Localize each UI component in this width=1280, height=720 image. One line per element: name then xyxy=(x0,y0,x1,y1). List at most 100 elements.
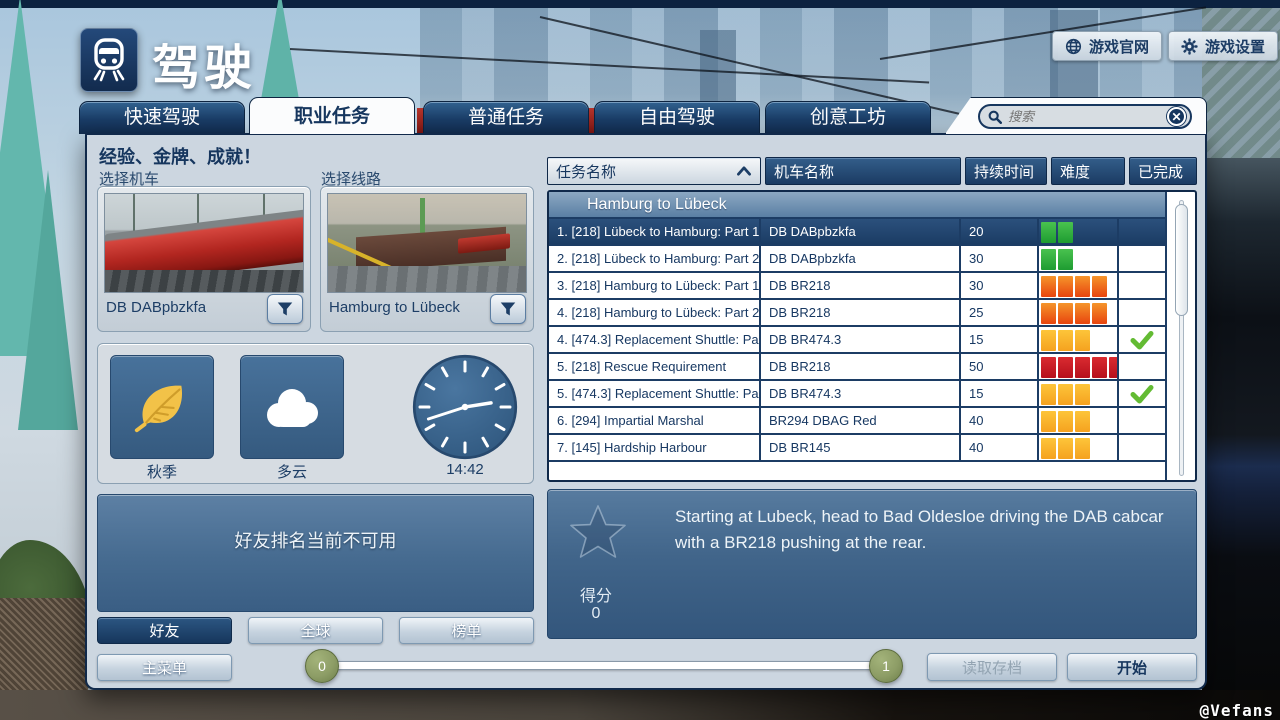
train-icon xyxy=(90,38,128,82)
loco-picker-card[interactable]: DB DABpbzkfa xyxy=(97,186,311,332)
difficulty-cell xyxy=(1039,327,1119,352)
difficulty-bar-segment xyxy=(1058,411,1073,432)
mission-detail-panel: Starting at Lubeck, head to Bad Oldesloe… xyxy=(547,489,1197,639)
tab-standard[interactable]: 普通任务 xyxy=(423,101,589,134)
career-heading: 经验、金牌、成就！ xyxy=(99,143,261,169)
duration-cell: 25 xyxy=(961,300,1039,325)
search-clear-button[interactable]: ✕ xyxy=(1167,107,1186,126)
gear-icon xyxy=(1181,38,1198,55)
slider-knob-max[interactable]: 1 xyxy=(869,649,903,683)
difficulty-bar-segment xyxy=(1058,384,1073,405)
route-picker-card[interactable]: Hamburg to Lübeck xyxy=(320,186,534,332)
mission-name-cell: 5. [474.3] Replacement Shuttle: Part 2 xyxy=(549,381,761,406)
page-title: 驾驶 xyxy=(152,28,256,98)
difficulty-cell xyxy=(1039,273,1119,298)
friends-notice: 好友排名当前不可用 xyxy=(235,527,397,611)
duration-cell: 15 xyxy=(961,381,1039,406)
season-label: 秋季 xyxy=(110,461,214,482)
background-platform xyxy=(0,690,1280,720)
difficulty-bar-segment xyxy=(1058,438,1073,459)
mission-row[interactable]: 5. [474.3] Replacement Shuttle: Part 2DB… xyxy=(549,381,1165,408)
mission-name-cell: 4. [474.3] Replacement Shuttle: Part 1 xyxy=(549,327,761,352)
watermark: @Vefans xyxy=(1200,701,1274,720)
difficulty-bar-segment xyxy=(1058,330,1073,351)
difficulty-bar-segment xyxy=(1075,384,1090,405)
environment-panel: 秋季 多云 xyxy=(97,343,534,484)
mission-row[interactable]: 3. [218] Hamburg to Lübeck: Part 1DB BR2… xyxy=(549,273,1165,300)
tab-workshop[interactable]: 创意工坊 xyxy=(765,101,931,134)
mission-name-cell: 4. [218] Hamburg to Lübeck: Part 2 xyxy=(549,300,761,325)
leaderboard-button[interactable]: 榜单 xyxy=(399,617,534,644)
column-header-duration[interactable]: 持续时间 xyxy=(965,157,1047,185)
tab-career[interactable]: 职业任务 xyxy=(249,97,415,134)
duration-cell: 30 xyxy=(961,246,1039,271)
search-box[interactable]: ✕ xyxy=(978,104,1192,129)
mission-name-cell: 2. [218] Lübeck to Hamburg: Part 2 xyxy=(549,246,761,271)
mission-name-cell: 5. [218] Rescue Requirement xyxy=(549,354,761,379)
duration-cell: 30 xyxy=(961,273,1039,298)
completed-cell xyxy=(1119,246,1165,271)
score-value: 0 xyxy=(566,605,626,623)
mission-row[interactable]: 2. [218] Lübeck to Hamburg: Part 2DB DAB… xyxy=(549,246,1165,273)
weather-selector[interactable] xyxy=(240,355,344,459)
difficulty-cell xyxy=(1039,246,1119,271)
mission-name-cell: 3. [218] Hamburg to Lübeck: Part 1 xyxy=(549,273,761,298)
completed-cell xyxy=(1119,381,1165,406)
time-selector[interactable] xyxy=(411,353,519,461)
weather-label: 多云 xyxy=(240,461,344,482)
difficulty-bar-segment xyxy=(1041,438,1056,459)
column-header-difficulty[interactable]: 难度 xyxy=(1051,157,1125,185)
chevron-up-icon xyxy=(736,165,752,177)
save-slider-track[interactable] xyxy=(322,661,888,670)
mission-row[interactable]: 5. [218] Rescue RequirementDB BR21850 xyxy=(549,354,1165,381)
duration-cell: 15 xyxy=(961,327,1039,352)
completed-cell xyxy=(1119,300,1165,325)
route-group-header: Hamburg to Lübeck xyxy=(549,192,1165,219)
difficulty-bar-segment xyxy=(1075,276,1090,297)
difficulty-cell xyxy=(1039,219,1119,244)
mission-row[interactable]: 1. [218] Lübeck to Hamburg: Part 1DB DAB… xyxy=(549,219,1165,246)
tab-quick-drive[interactable]: 快速驾驶 xyxy=(79,101,245,134)
column-header-completed[interactable]: 已完成 xyxy=(1129,157,1197,185)
app-window: 驾驶 游戏官网 游戏设置 快速驾驶 职业任务 普通任务 自由驾驶 创意工坊 xyxy=(0,0,1280,720)
column-header-loco-name[interactable]: 机车名称 xyxy=(765,157,961,185)
background-church-spire xyxy=(18,170,78,430)
load-save-button[interactable]: 读取存档 xyxy=(927,653,1057,681)
column-header-mission-name[interactable]: 任务名称 xyxy=(547,157,761,185)
global-button[interactable]: 全球 xyxy=(248,617,383,644)
globe-icon xyxy=(1065,38,1082,55)
check-icon xyxy=(1130,330,1154,350)
difficulty-bar-segment xyxy=(1041,330,1056,351)
mission-row[interactable]: 4. [218] Hamburg to Lübeck: Part 2DB BR2… xyxy=(549,300,1165,327)
mission-name-cell: 7. [145] Hardship Harbour xyxy=(549,435,761,460)
season-selector[interactable] xyxy=(110,355,214,459)
route-name: Hamburg to Lübeck xyxy=(329,299,460,316)
duration-cell: 40 xyxy=(961,408,1039,433)
friends-button[interactable]: 好友 xyxy=(97,617,232,644)
loco-filter-button[interactable] xyxy=(267,294,303,324)
website-button[interactable]: 游戏官网 xyxy=(1052,31,1162,61)
difficulty-bar-segment xyxy=(1058,303,1073,324)
difficulty-bar-segment xyxy=(1075,438,1090,459)
search-input[interactable] xyxy=(1008,109,1167,124)
loco-name-cell: DB BR218 xyxy=(761,300,961,325)
route-filter-button[interactable] xyxy=(490,294,526,324)
mission-row[interactable]: 6. [294] Impartial MarshalBR294 DBAG Red… xyxy=(549,408,1165,435)
tab-free-roam[interactable]: 自由驾驶 xyxy=(594,101,760,134)
mission-description: Starting at Lubeck, head to Bad Oldesloe… xyxy=(675,504,1183,557)
start-button[interactable]: 开始 xyxy=(1067,653,1197,681)
loco-name-cell: DB BR218 xyxy=(761,354,961,379)
route-thumbnail xyxy=(327,193,527,293)
difficulty-bar-segment xyxy=(1058,357,1073,378)
mission-table-rows: 1. [218] Lübeck to Hamburg: Part 1DB DAB… xyxy=(549,219,1165,462)
mission-row[interactable]: 7. [145] Hardship HarbourDB BR14540 xyxy=(549,435,1165,462)
clock-icon xyxy=(411,353,519,461)
mission-row[interactable]: 4. [474.3] Replacement Shuttle: Part 1DB… xyxy=(549,327,1165,354)
mission-name-cell: 1. [218] Lübeck to Hamburg: Part 1 xyxy=(549,219,761,244)
scrollbar-thumb[interactable] xyxy=(1175,204,1188,316)
funnel-icon xyxy=(499,301,517,317)
settings-button[interactable]: 游戏设置 xyxy=(1168,31,1278,61)
cloud-icon xyxy=(259,382,325,432)
main-menu-button[interactable]: 主菜单 xyxy=(97,654,232,681)
slider-knob-min[interactable]: 0 xyxy=(305,649,339,683)
